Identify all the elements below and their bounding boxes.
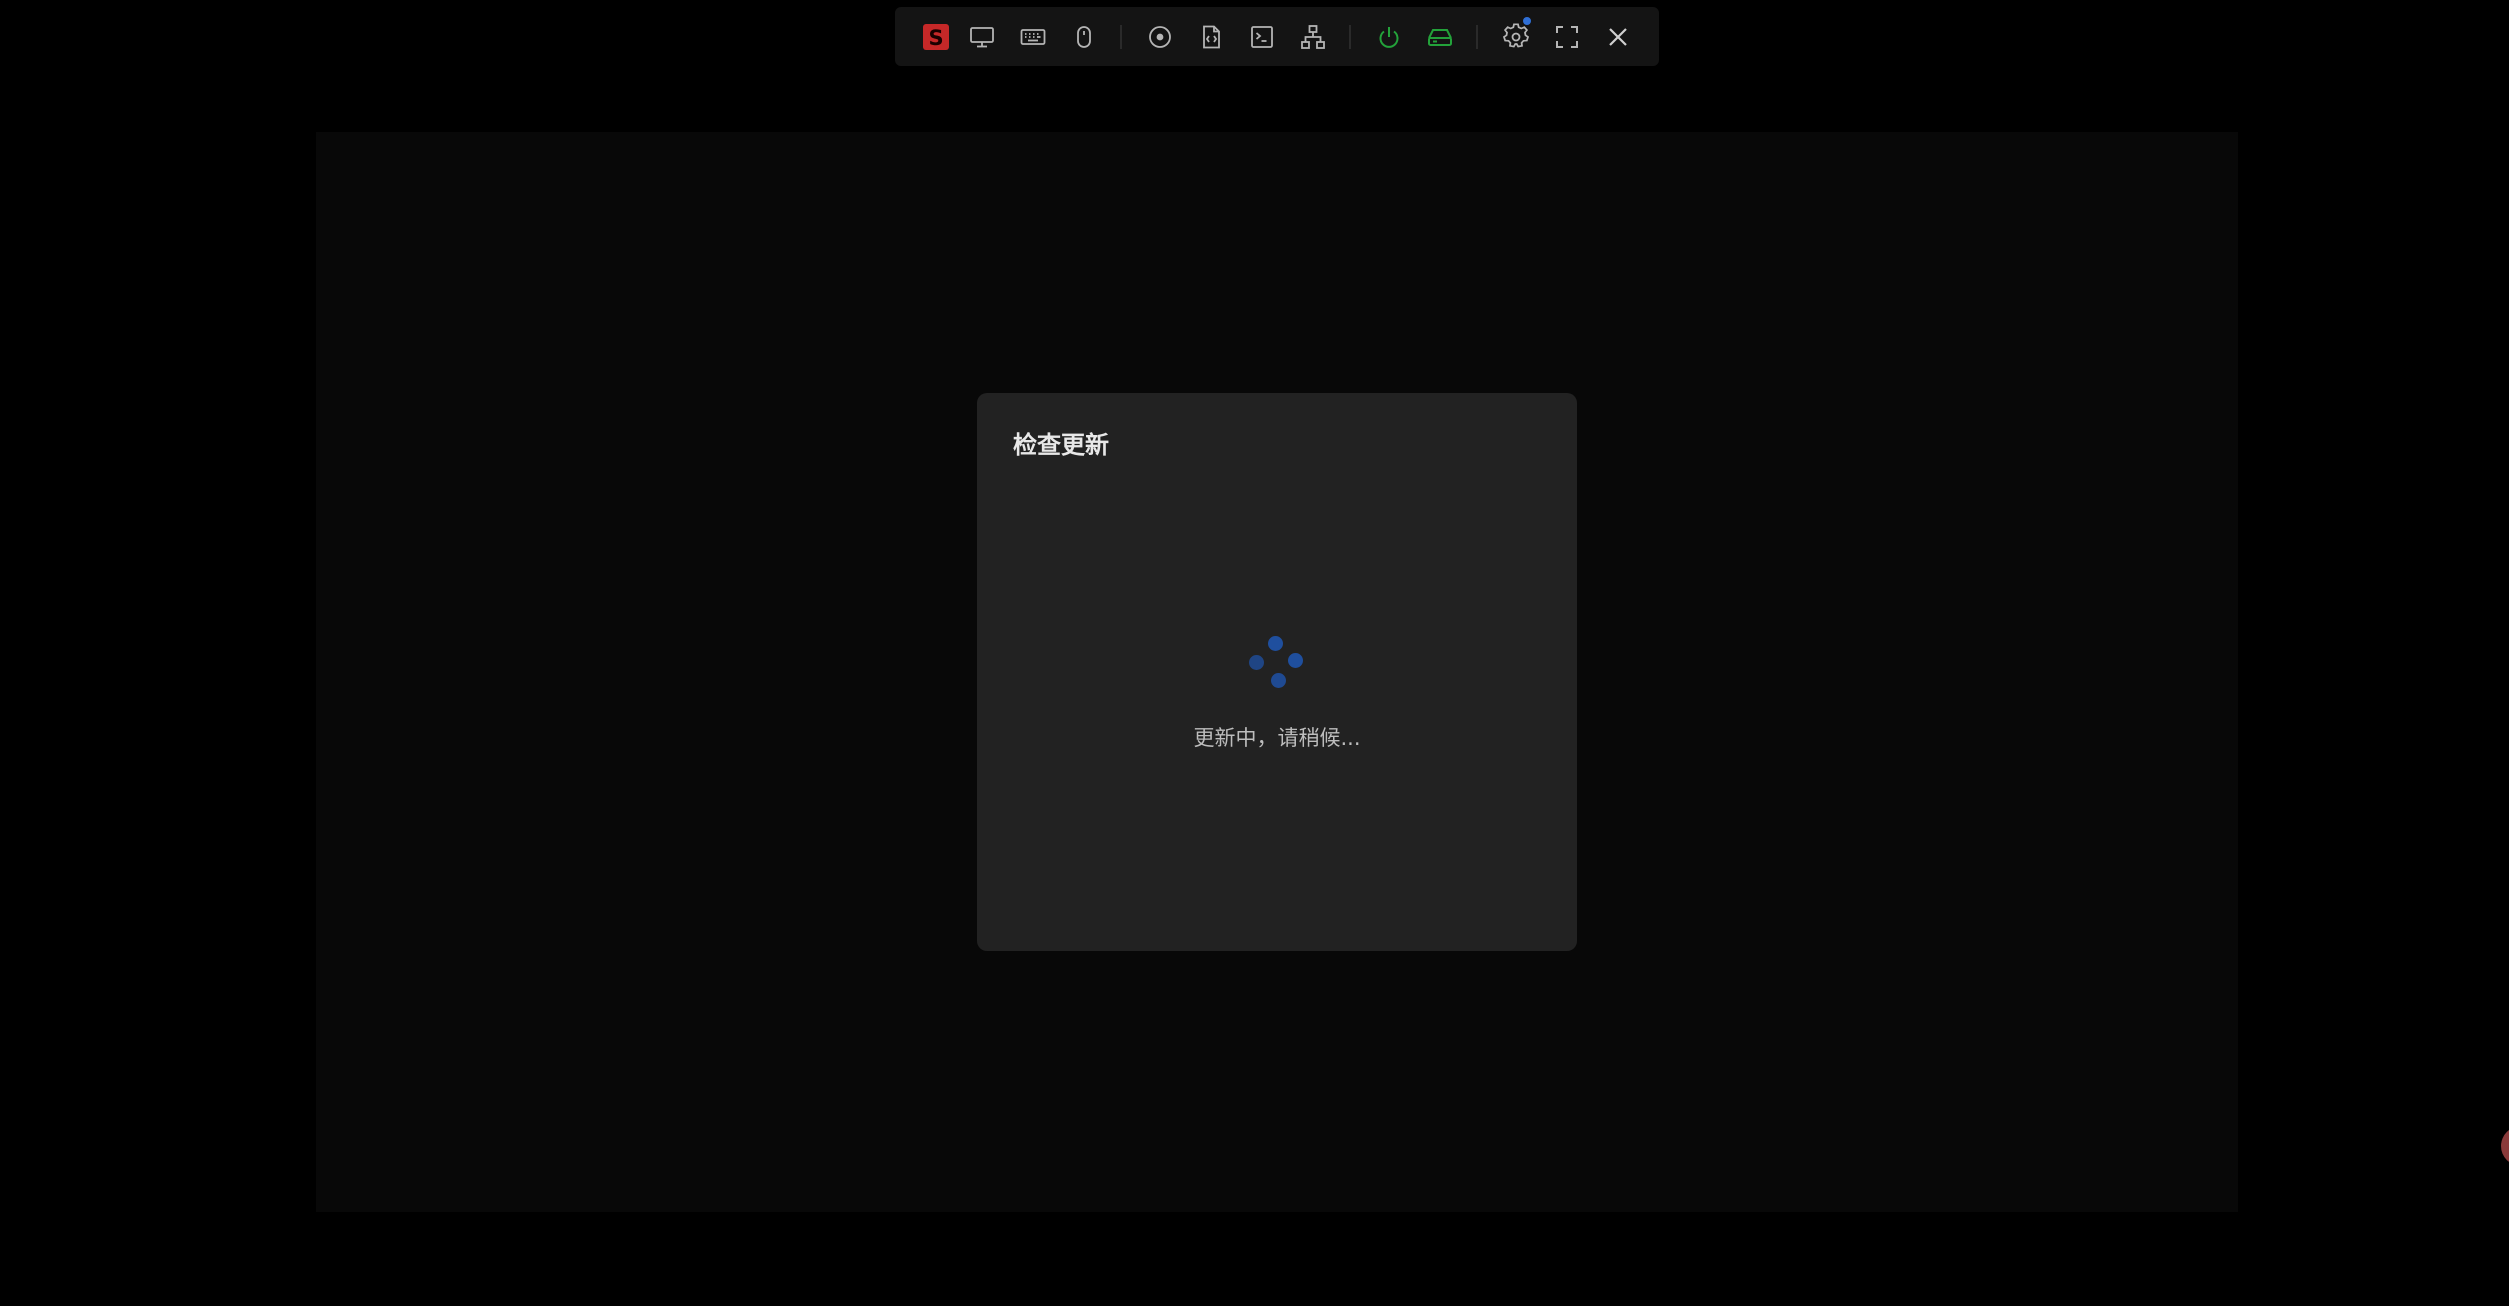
disc-icon (1149, 25, 1171, 48)
spinner-dot (1249, 655, 1264, 670)
drive-icon (1428, 28, 1452, 46)
dialog-title: 检查更新 (1013, 431, 1109, 459)
script-file-button[interactable] (1186, 7, 1236, 66)
settings-icon (1502, 22, 1530, 48)
drive-button[interactable] (1415, 7, 1465, 66)
loading-spinner (1247, 635, 1307, 695)
fullscreen-icon (1556, 25, 1578, 48)
script-file-icon (1203, 25, 1220, 48)
fullscreen-button[interactable] (1542, 7, 1592, 66)
network-button[interactable] (1288, 7, 1338, 66)
brand-logo-icon: S (923, 23, 949, 50)
keyboard-button[interactable] (1008, 7, 1058, 66)
terminal-button[interactable] (1237, 7, 1287, 66)
svg-text:S: S (928, 26, 943, 50)
toolbar-divider (1349, 25, 1351, 49)
mouse-icon (1077, 25, 1091, 48)
mouse-button[interactable] (1059, 7, 1109, 66)
keyboard-icon (1020, 28, 1046, 45)
disc-button[interactable] (1135, 7, 1185, 66)
remote-desktop-page: S 检查更新 更新中，请稍候... (0, 0, 2509, 1306)
close-button[interactable] (1593, 7, 1643, 66)
power-icon (1379, 26, 1399, 48)
terminal-icon (1251, 25, 1273, 48)
floating-assistant-button[interactable] (2501, 1126, 2509, 1166)
network-icon (1301, 24, 1325, 49)
remote-control-toolbar: S (895, 7, 1659, 66)
spinner-dot (1288, 653, 1303, 668)
update-status-text: 更新中，请稍候... (1193, 726, 1361, 750)
power-button[interactable] (1364, 7, 1414, 66)
brand-logo-button[interactable]: S (911, 7, 961, 66)
monitor-icon (970, 26, 994, 47)
check-update-dialog: 检查更新 更新中，请稍候... (977, 393, 1577, 951)
settings-notification-dot (1523, 17, 1531, 25)
settings-button[interactable] (1491, 7, 1541, 66)
spinner-dot (1271, 673, 1286, 688)
close-icon (1609, 27, 1627, 46)
monitor-button[interactable] (957, 7, 1007, 66)
toolbar-divider (1476, 25, 1478, 49)
toolbar-divider (1120, 25, 1122, 49)
spinner-dot (1268, 636, 1283, 651)
